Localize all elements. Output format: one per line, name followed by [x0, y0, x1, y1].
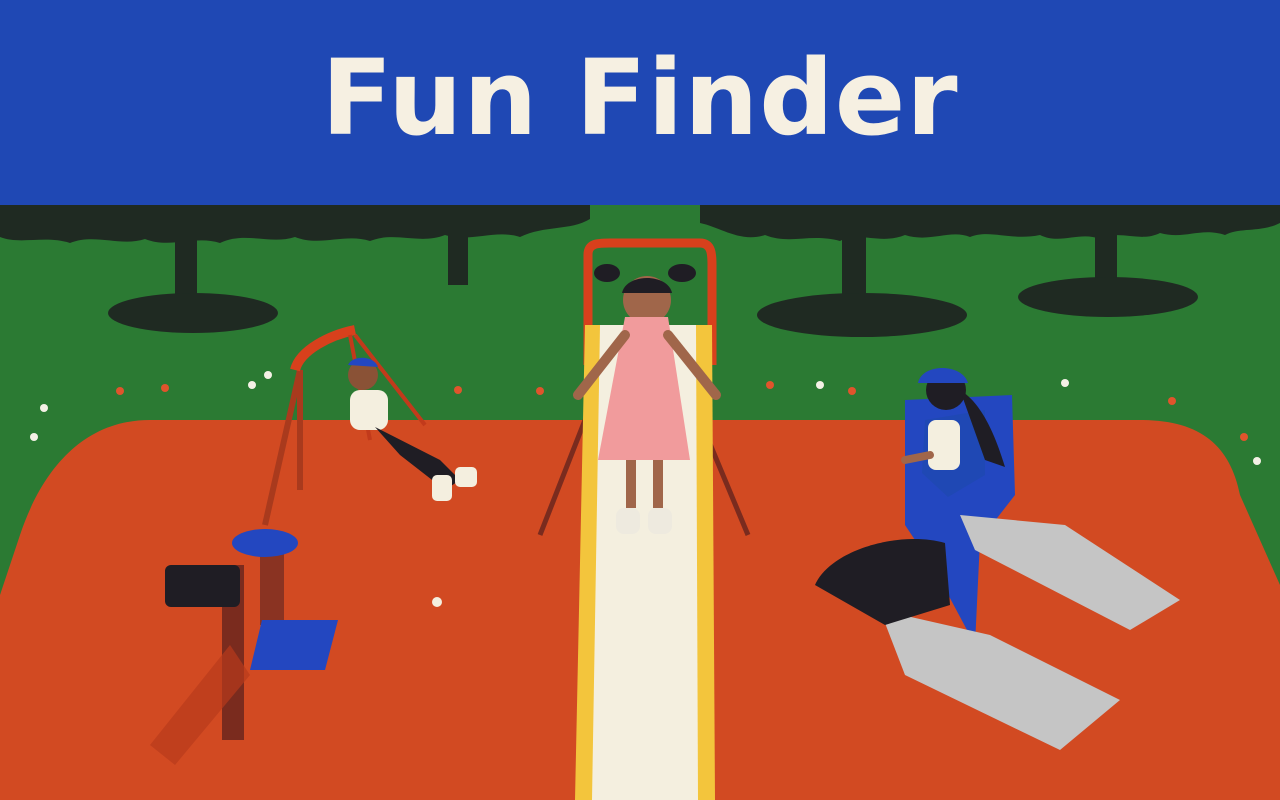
flower-icon — [248, 381, 256, 389]
banner-title: Fun Finder — [321, 36, 959, 159]
flower-icon — [30, 433, 38, 441]
flower-icon — [816, 381, 824, 389]
tree-shadow — [1018, 277, 1198, 317]
playground-illustration — [0, 205, 1280, 800]
flower-icon — [264, 371, 272, 379]
playground-scene — [0, 205, 1280, 800]
flower-icon — [766, 381, 774, 389]
flower-icon — [432, 597, 442, 607]
flower-icon — [848, 387, 856, 395]
flower-icon — [1061, 379, 1069, 387]
tree-shadow — [757, 293, 967, 337]
flower-icon — [536, 387, 544, 395]
flower-icon — [161, 384, 169, 392]
tree-icon — [448, 230, 468, 285]
flower-icon — [1168, 397, 1176, 405]
flower-icon — [1240, 433, 1248, 441]
flower-icon — [1253, 457, 1261, 465]
flower-icon — [40, 404, 48, 412]
header-banner: Fun Finder — [0, 0, 1280, 205]
flower-icon — [116, 387, 124, 395]
flower-icon — [454, 386, 462, 394]
tree-shadow — [108, 293, 278, 333]
